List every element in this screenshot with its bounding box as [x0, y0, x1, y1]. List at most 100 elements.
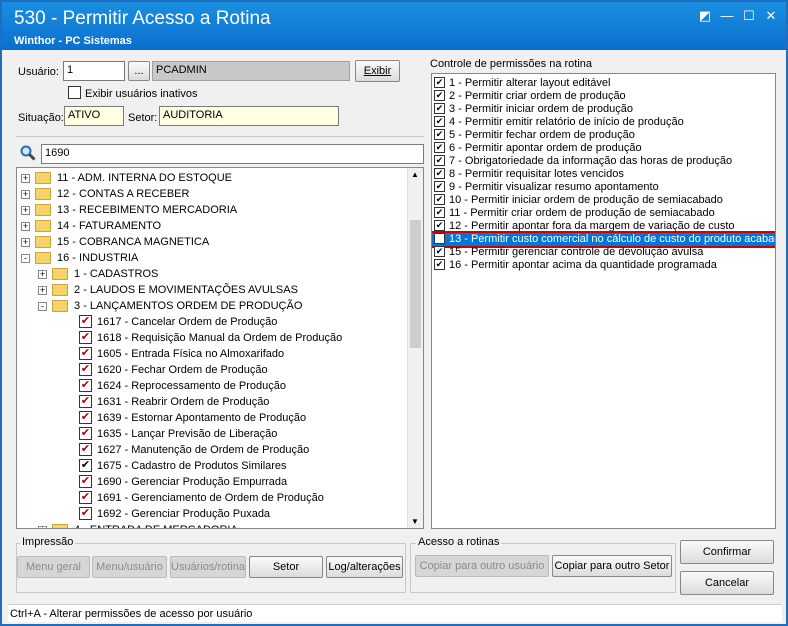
- usuarios-rotina-button[interactable]: Usuários/rotina: [170, 556, 246, 578]
- log-alteracoes-button[interactable]: Log/alterações: [326, 556, 403, 578]
- title-bar[interactable]: 530 - Permitir Acesso a Rotina Winthor -…: [2, 2, 786, 50]
- setor-button[interactable]: Setor: [249, 556, 323, 578]
- minimize-icon[interactable]: —: [718, 8, 736, 24]
- show-inactive-checkbox[interactable]: [68, 86, 81, 99]
- permission-item[interactable]: ✔ 6 - Permitir apontar ordem de produção: [434, 142, 775, 155]
- permission-checkbox[interactable]: ✔: [434, 155, 445, 166]
- menu-usuario-button[interactable]: Menu/usuário: [92, 556, 167, 578]
- permission-item[interactable]: ✔ 12 - Permitir apontar fora da margem de…: [434, 220, 775, 233]
- tree-item-label: 1624 - Reprocessamento de Produção: [97, 380, 286, 392]
- permission-item[interactable]: ✔ 8 - Permitir requisitar lotes vencidos: [434, 168, 775, 181]
- permission-checkbox[interactable]: ✔: [434, 194, 445, 205]
- tree-item-label: 1617 - Cancelar Ordem de Produção: [97, 316, 278, 328]
- permission-checkbox[interactable]: ✔: [434, 103, 445, 114]
- routine-tree[interactable]: +11 - ADM. INTERNA DO ESTOQUE +12 - CONTA…: [16, 167, 424, 529]
- folder-icon: [35, 172, 51, 184]
- expand-icon[interactable]: +: [21, 238, 30, 247]
- routine-checkbox[interactable]: ✔: [79, 427, 92, 440]
- permission-item[interactable]: 13 - Permitir custo comercial no cálculo…: [432, 231, 775, 248]
- folder-icon: [35, 204, 51, 216]
- expand-icon[interactable]: +: [38, 270, 47, 279]
- routine-checkbox[interactable]: ✔: [79, 363, 92, 376]
- scroll-thumb[interactable]: [410, 220, 421, 348]
- scroll-down-icon[interactable]: ▼: [411, 517, 419, 526]
- permission-item[interactable]: ✔ 11 - Permitir criar ordem de produção d…: [434, 207, 775, 220]
- routine-checkbox[interactable]: ✔: [79, 347, 92, 360]
- maximize-icon[interactable]: ☐: [740, 8, 758, 24]
- permission-checkbox[interactable]: ✔: [434, 116, 445, 127]
- search-icon: [20, 145, 36, 161]
- tree-scrollbar[interactable]: ▲ ▼: [407, 168, 423, 528]
- copiar-usuario-button[interactable]: Copiar para outro usuário: [415, 555, 549, 577]
- routine-checkbox[interactable]: ✔: [79, 507, 92, 520]
- permission-item[interactable]: ✔ 2 - Permitir criar ordem de produção: [434, 90, 775, 103]
- expand-icon[interactable]: +: [38, 526, 47, 528]
- routine-checkbox[interactable]: ✔: [79, 491, 92, 504]
- permission-label: 7 - Obrigatoriedade da informação das ho…: [449, 155, 733, 167]
- permission-checkbox[interactable]: [434, 233, 445, 244]
- expand-icon[interactable]: +: [21, 174, 30, 183]
- folder-icon: [35, 252, 51, 264]
- routine-checkbox[interactable]: ✔: [79, 315, 92, 328]
- permission-item[interactable]: ✔ 4 - Permitir emitir relatório de início…: [434, 116, 775, 129]
- permission-item[interactable]: ✔ 16 - Permitir apontar acima da quantida…: [434, 259, 775, 272]
- expand-icon[interactable]: +: [21, 190, 30, 199]
- permissions-list[interactable]: ✔ 1 - Permitir alterar layout editável ✔ 2 …: [431, 73, 776, 529]
- permission-checkbox[interactable]: ✔: [434, 168, 445, 179]
- routine-checkbox[interactable]: ✔: [79, 411, 92, 424]
- permission-checkbox[interactable]: ✔: [434, 77, 445, 88]
- permission-label: 6 - Permitir apontar ordem de produção: [449, 142, 642, 154]
- folder-icon: [52, 284, 68, 296]
- permission-label: 9 - Permitir visualizar resumo apontamen…: [449, 181, 659, 193]
- exibir-button[interactable]: Exibir: [355, 60, 400, 82]
- permission-label: 10 - Permitir iniciar ordem de produção …: [449, 194, 723, 206]
- permission-checkbox[interactable]: ✔: [434, 207, 445, 218]
- folder-icon: [35, 236, 51, 248]
- collapse-icon[interactable]: -: [21, 254, 30, 263]
- expand-icon[interactable]: +: [38, 286, 47, 295]
- cancelar-button[interactable]: Cancelar: [680, 571, 774, 595]
- tree-item-label: 1605 - Entrada Física no Almoxarifado: [97, 348, 285, 360]
- folder-icon: [52, 268, 68, 280]
- confirmar-button[interactable]: Confirmar: [680, 540, 774, 564]
- routine-checkbox[interactable]: ✔: [79, 459, 92, 472]
- window-title: 530 - Permitir Acesso a Rotina: [14, 8, 271, 29]
- permission-checkbox[interactable]: ✔: [434, 142, 445, 153]
- permission-checkbox[interactable]: ✔: [434, 181, 445, 192]
- routine-checkbox[interactable]: ✔: [79, 379, 92, 392]
- tree-item-label: 1631 - Reabrir Ordem de Produção: [97, 396, 270, 408]
- close-icon[interactable]: ✕: [762, 8, 780, 24]
- usuario-name-field: PCADMIN: [152, 61, 350, 81]
- scroll-up-icon[interactable]: ▲: [411, 170, 419, 179]
- permission-checkbox[interactable]: ✔: [434, 90, 445, 101]
- usuario-code-field[interactable]: 1: [63, 61, 125, 81]
- acesso-title: Acesso a rotinas: [416, 536, 502, 548]
- permission-item[interactable]: ✔ 10 - Permitir iniciar ordem de produção…: [434, 194, 775, 207]
- permission-item[interactable]: ✔ 7 - Obrigatoriedade da informação das h…: [434, 155, 775, 168]
- permission-label: 8 - Permitir requisitar lotes vencidos: [449, 168, 624, 180]
- expand-icon[interactable]: +: [21, 206, 30, 215]
- usuario-lookup-button[interactable]: ...: [128, 61, 150, 81]
- edit-layout-icon[interactable]: ◩: [696, 8, 714, 24]
- search-input[interactable]: 1690: [41, 144, 424, 164]
- expand-icon[interactable]: +: [21, 222, 30, 231]
- permission-item[interactable]: ✔ 3 - Permitir iniciar ordem de produção: [434, 103, 775, 116]
- routine-checkbox[interactable]: ✔: [79, 475, 92, 488]
- permission-checkbox[interactable]: ✔: [434, 259, 445, 270]
- permission-checkbox[interactable]: ✔: [434, 129, 445, 140]
- permission-item[interactable]: ✔ 1 - Permitir alterar layout editável: [434, 77, 775, 90]
- routine-checkbox[interactable]: ✔: [79, 443, 92, 456]
- permission-checkbox[interactable]: ✔: [434, 246, 445, 257]
- copiar-setor-button[interactable]: Copiar para outro Setor: [552, 555, 672, 577]
- permission-item[interactable]: ✔ 5 - Permitir fechar ordem de produção: [434, 129, 775, 142]
- tree-item-label: 1692 - Gerenciar Produção Puxada: [97, 508, 271, 520]
- menu-geral-button[interactable]: Menu geral: [17, 556, 90, 578]
- collapse-icon[interactable]: -: [38, 302, 47, 311]
- permission-item[interactable]: ✔ 9 - Permitir visualizar resumo apontame…: [434, 181, 775, 194]
- permission-item[interactable]: ✔ 15 - Permitir gerenciar controle de dev…: [434, 246, 775, 259]
- routine-checkbox[interactable]: ✔: [79, 331, 92, 344]
- routine-checkbox[interactable]: ✔: [79, 395, 92, 408]
- permission-checkbox[interactable]: ✔: [434, 220, 445, 231]
- permissions-title: Controle de permissões na rotina: [430, 58, 593, 70]
- setor-field: AUDITORIA: [159, 106, 339, 126]
